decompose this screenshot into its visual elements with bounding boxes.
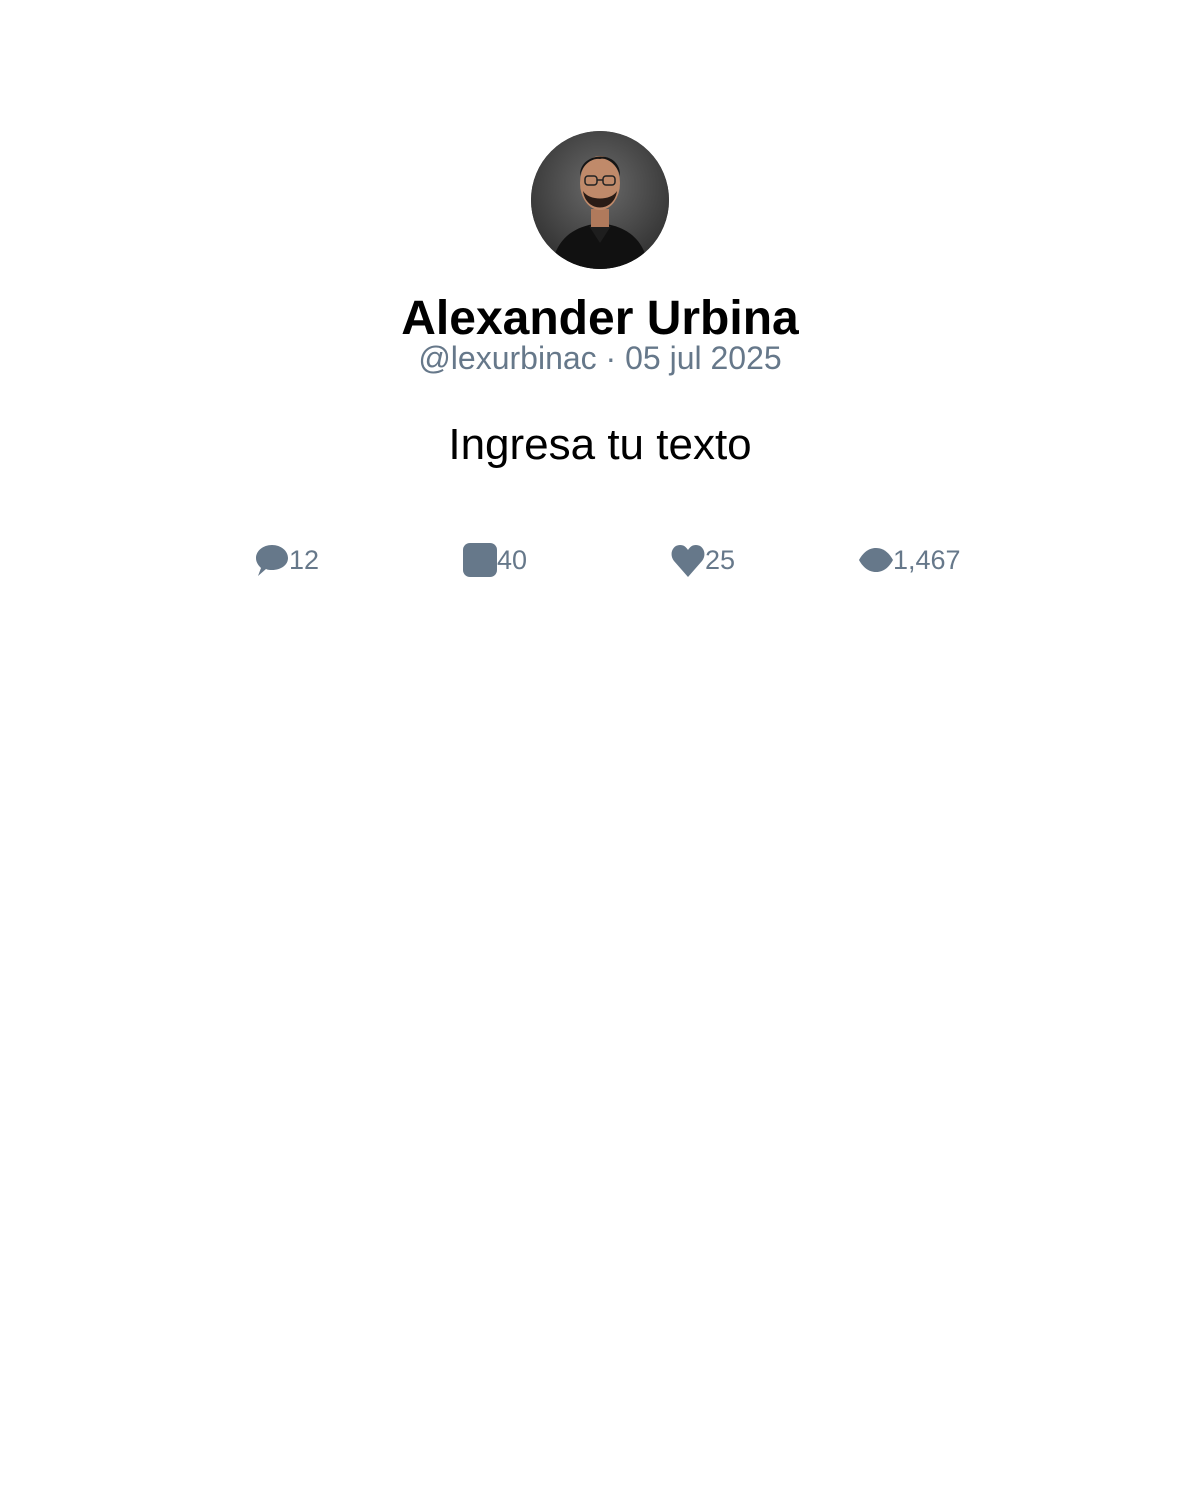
like-button[interactable]: 25 [670,540,735,580]
reply-count: 12 [289,545,320,575]
eye-icon [858,542,894,578]
views-indicator[interactable]: 1,467 [858,540,961,580]
avatar[interactable] [531,131,669,269]
view-count: 1,467 [893,545,961,575]
repost-square-icon [462,542,498,578]
heart-icon [670,542,706,578]
like-count: 25 [705,545,736,575]
avatar-photo [531,131,669,269]
repost-button[interactable]: 40 [462,540,527,580]
post-text: Ingresa tu texto [448,420,752,469]
post-stats-bar: 12 40 25 1,467 [0,540,1200,580]
reply-button[interactable]: 12 [254,540,319,580]
post-card: Alexander Urbina @lexurbinac · 05 jul 20… [0,0,1200,1500]
author-handle-and-date: @lexurbinac · 05 jul 2025 [418,340,782,376]
repost-count: 40 [497,545,528,575]
speech-bubble-icon [254,542,290,578]
